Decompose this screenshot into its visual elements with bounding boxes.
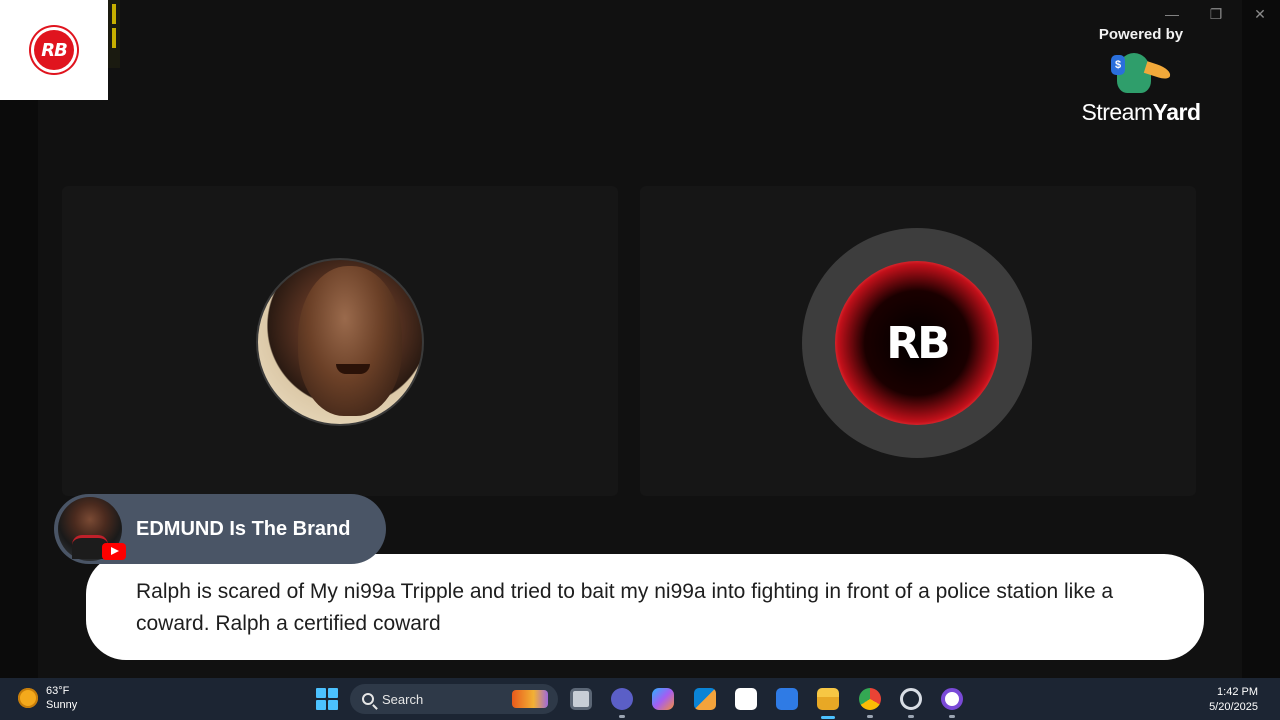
comment-banner: Ralph is scared of My ni99a Tripple and … — [86, 554, 1204, 660]
sun-icon — [18, 688, 38, 708]
search-highlight-icon — [512, 690, 548, 708]
streamyard-duck-icon: $ — [1111, 51, 1173, 95]
rb-avatar-text: RB — [886, 317, 950, 369]
restore-button[interactable]: ❐ — [1206, 6, 1226, 23]
task-view-icon[interactable] — [570, 688, 592, 710]
channel-logo: RB — [0, 0, 108, 100]
screen: RB — ❐ ✕ Powered by $ StreamYard RB Ralp… — [0, 0, 1280, 720]
clock-date: 5/20/2025 — [1209, 701, 1258, 713]
overlay-strip — [108, 0, 120, 68]
app-running-indicator — [908, 715, 914, 718]
host-camera-avatar — [256, 258, 424, 426]
commenter-avatar — [58, 497, 126, 561]
taskbar-search[interactable]: Search — [350, 684, 558, 714]
calendar-icon[interactable] — [776, 688, 798, 710]
capcut-icon[interactable] — [735, 688, 757, 710]
rb-logo-icon: RB — [31, 27, 77, 73]
app-running-indicator — [619, 715, 625, 718]
guest-logo-tile: RB — [640, 186, 1196, 496]
close-button[interactable]: ✕ — [1250, 6, 1270, 23]
commenter-name: EDMUND Is The Brand — [136, 517, 351, 540]
chrome-icon[interactable] — [859, 688, 881, 710]
microsoft-store-icon[interactable] — [694, 688, 716, 710]
windows-start-icon[interactable] — [316, 688, 338, 710]
file-explorer-icon[interactable] — [817, 688, 839, 710]
clock-time: 1:42 PM — [1217, 686, 1258, 698]
media-player-icon[interactable] — [941, 688, 963, 710]
weather-widget[interactable]: 63°F Sunny — [18, 684, 77, 712]
teams-icon[interactable] — [611, 688, 633, 710]
app-active-indicator — [821, 716, 835, 719]
guest-avatar-ring: RB — [802, 228, 1032, 458]
streaming-app-icon[interactable] — [900, 688, 922, 710]
commenter-name-pill: EDMUND Is The Brand — [54, 494, 386, 564]
youtube-icon — [102, 543, 126, 560]
search-label: Search — [382, 691, 424, 707]
powered-by-badge: Powered by $ StreamYard — [1068, 26, 1214, 126]
copilot-icon[interactable] — [652, 688, 674, 710]
system-clock[interactable]: 1:42 PM 5/20/2025 — [1209, 685, 1258, 715]
app-running-indicator — [867, 715, 873, 718]
powered-by-label: Powered by — [1098, 26, 1184, 43]
weather-temp: 63°F — [46, 685, 70, 697]
minimize-button[interactable]: — — [1162, 6, 1182, 23]
app-running-indicator — [949, 715, 955, 718]
comment-text: Ralph is scared of My ni99a Tripple and … — [136, 580, 1114, 635]
streamyard-wordmark: StreamYard — [1081, 99, 1201, 125]
window-controls: — ❐ ✕ — [1162, 6, 1270, 23]
weather-desc: Sunny — [46, 699, 78, 711]
search-icon — [362, 693, 374, 705]
rb-avatar-icon: RB — [835, 261, 999, 425]
taskbar: 63°F Sunny Search 1:42 PM 5/20/2025 — [0, 678, 1280, 720]
host-camera-tile — [62, 186, 618, 496]
